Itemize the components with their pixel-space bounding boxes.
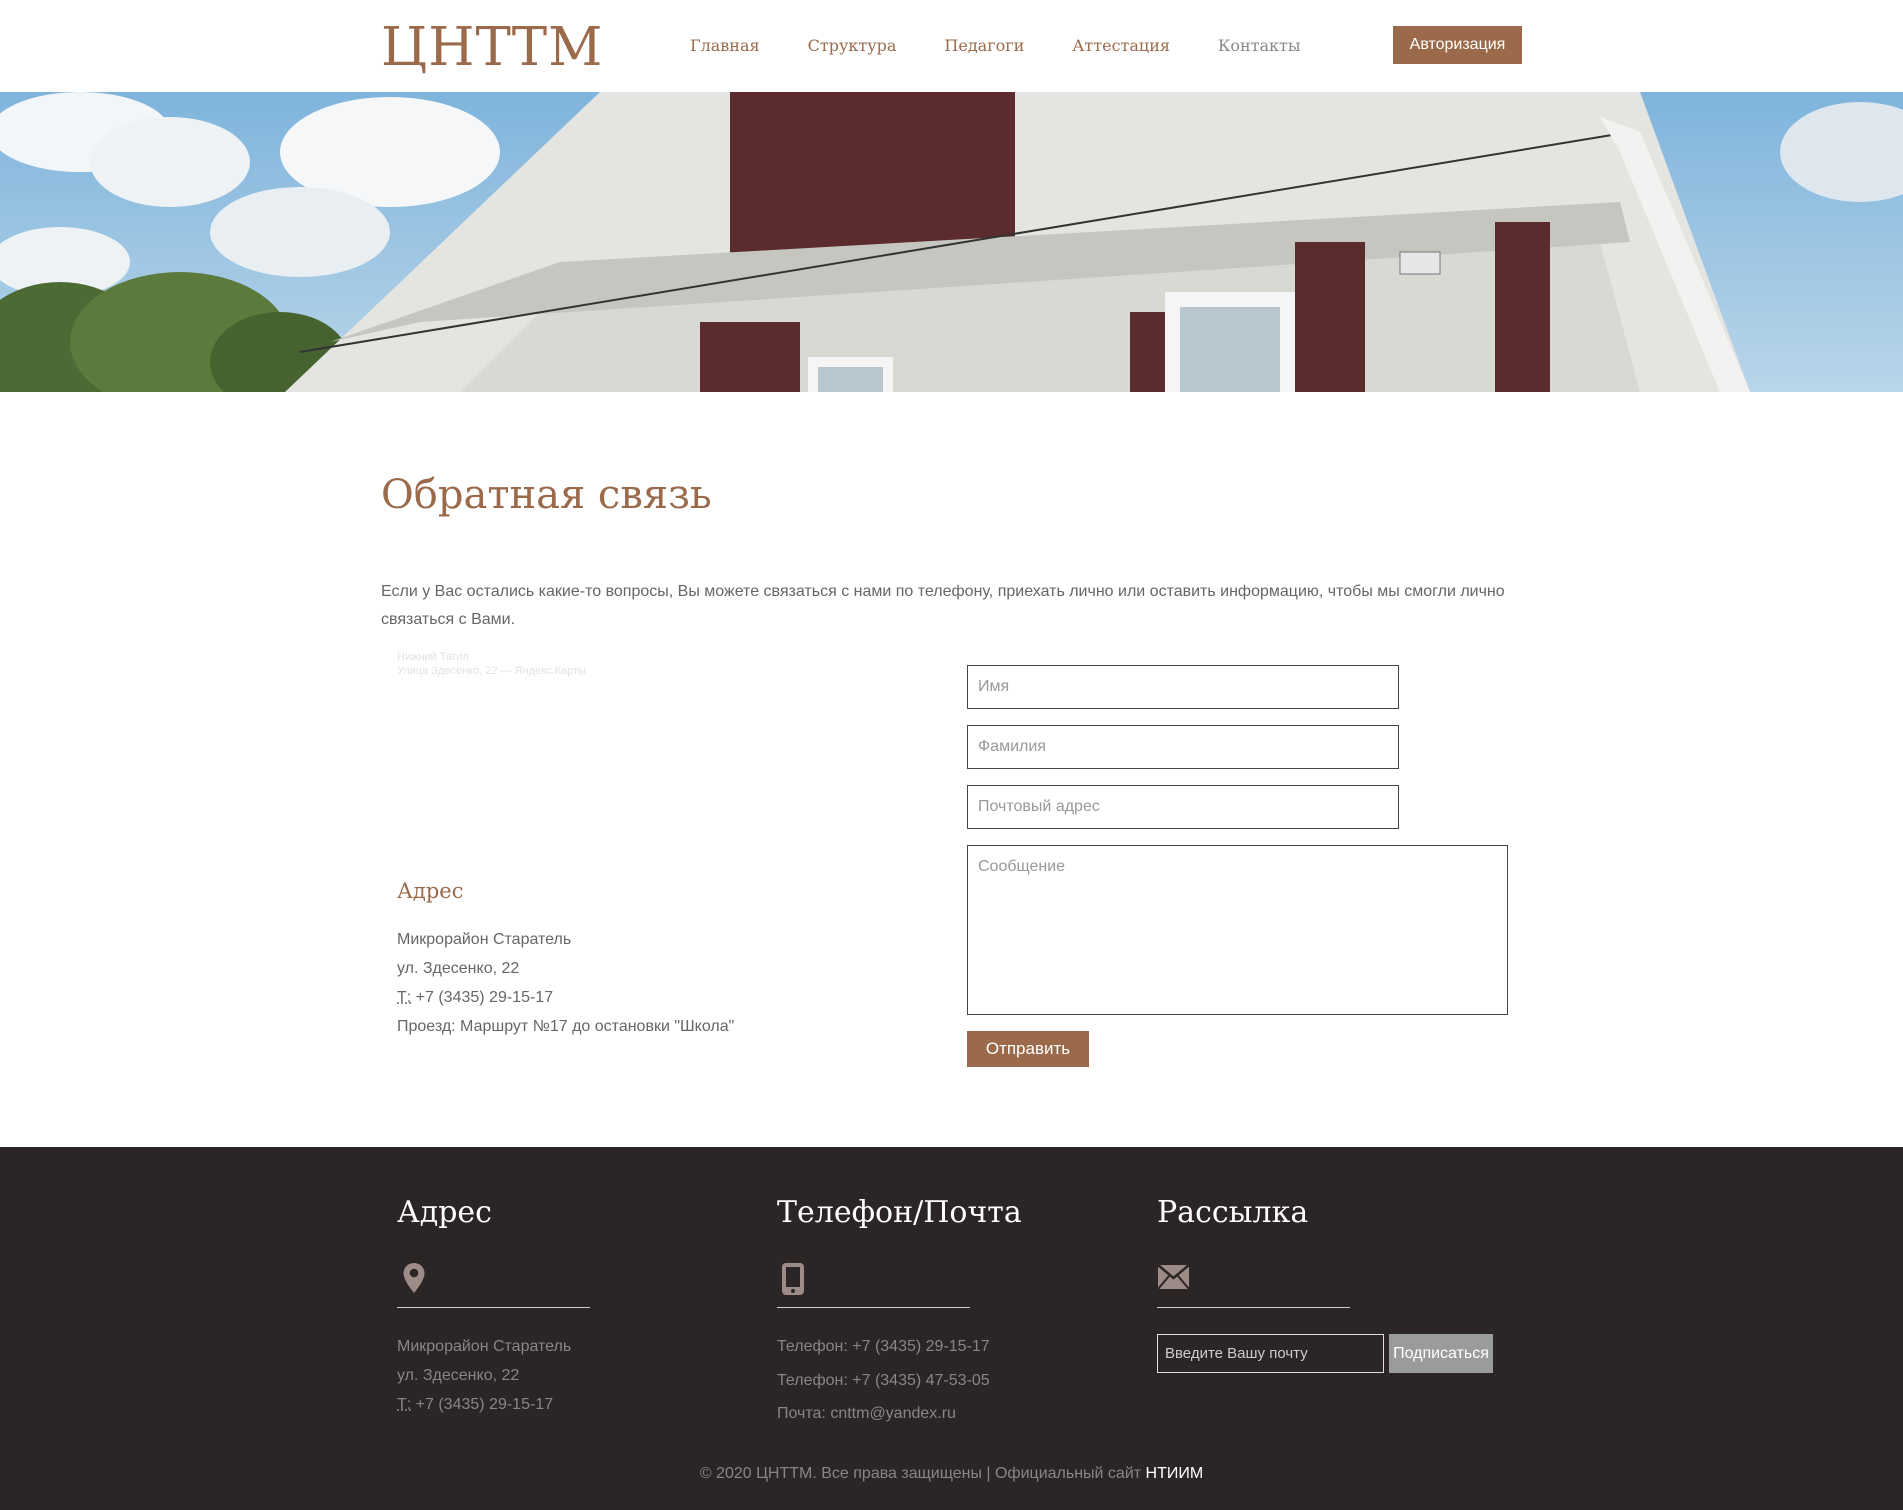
footer-address-title: Адрес bbox=[397, 1195, 492, 1230]
newsletter-email-input[interactable] bbox=[1157, 1334, 1384, 1373]
address-phone: Т: +7 (3435) 29-15-17 bbox=[397, 983, 734, 1012]
send-button[interactable]: Отправить bbox=[967, 1031, 1089, 1067]
address-line: Микрорайон Старатель bbox=[397, 931, 572, 948]
footer-address-line: Микрорайон Старатель bbox=[397, 1338, 572, 1355]
footer-address-phone: Т: +7 (3435) 29-15-17 bbox=[397, 1390, 553, 1419]
nav-item-contacts[interactable]: Контакты bbox=[1218, 34, 1301, 58]
message-field[interactable] bbox=[967, 845, 1508, 1015]
map-address-link[interactable]: Улица Здесенко, 22 — Яндекс.Карты bbox=[397, 664, 586, 678]
email-field[interactable] bbox=[967, 785, 1399, 829]
envelope-icon bbox=[1157, 1264, 1190, 1295]
site-header: ЦНТТМ Главная Структура Педагоги Аттеста… bbox=[0, 0, 1903, 92]
address-heading: Адрес bbox=[397, 879, 464, 903]
footer-newsletter-title: Рассылка bbox=[1157, 1195, 1309, 1230]
nav-item-teachers[interactable]: Педагоги bbox=[944, 34, 1024, 58]
footer-phone-number: +7 (3435) 29-15-17 bbox=[411, 1396, 554, 1413]
footer-phone-2: Телефон: +7 (3435) 47-53-05 bbox=[777, 1372, 990, 1389]
nav-item-structure[interactable]: Структура bbox=[808, 34, 897, 58]
name-field[interactable] bbox=[967, 665, 1399, 709]
footer-email[interactable]: Почта: cnttm@yandex.ru bbox=[777, 1399, 956, 1428]
footer-divider bbox=[1157, 1307, 1350, 1308]
official-site-link[interactable]: НТИИМ bbox=[1146, 1465, 1204, 1482]
copyright-text: © 2020 ЦНТТМ. Все права защищены | Офици… bbox=[699, 1465, 1146, 1482]
map-pin-icon bbox=[402, 1262, 426, 1299]
phone-icon bbox=[781, 1262, 805, 1301]
map-city-link[interactable]: Нижний Тагил bbox=[397, 650, 586, 664]
nav-item-home[interactable]: Главная bbox=[690, 34, 760, 58]
subscribe-button[interactable]: Подписаться bbox=[1389, 1334, 1493, 1373]
hero-image bbox=[0, 92, 1903, 392]
auth-button[interactable]: Авторизация bbox=[1393, 26, 1522, 64]
footer-phone-abbr: Т: bbox=[397, 1396, 412, 1413]
copyright: © 2020 ЦНТТМ. Все права защищены | Офици… bbox=[0, 1462, 1903, 1486]
footer-address-street: ул. Здесенко, 22 bbox=[397, 1367, 520, 1384]
footer-contacts-title: Телефон/Почта bbox=[777, 1195, 1022, 1230]
site-logo[interactable]: ЦНТТМ bbox=[381, 14, 603, 82]
address-block: Микрорайон Старатель ул. Здесенко, 22 Т:… bbox=[397, 925, 734, 1041]
page-title: Обратная связь bbox=[381, 472, 712, 518]
map-embed[interactable]: Нижний Тагил Улица Здесенко, 22 — Яндекс… bbox=[397, 650, 586, 678]
footer-phone-1: Телефон: +7 (3435) 29-15-17 bbox=[777, 1338, 990, 1355]
address-street: ул. Здесенко, 22 bbox=[397, 960, 520, 977]
phone-number: +7 (3435) 29-15-17 bbox=[411, 989, 554, 1006]
footer-divider bbox=[777, 1307, 970, 1308]
intro-text: Если у Вас остались какие-то вопросы, Вы… bbox=[381, 583, 1505, 628]
footer-divider bbox=[397, 1307, 590, 1308]
surname-field[interactable] bbox=[967, 725, 1399, 769]
main-nav: Главная Структура Педагоги Аттестация Ко… bbox=[690, 34, 1349, 58]
address-route: Проезд: Маршрут №17 до остановки "Школа" bbox=[397, 1018, 735, 1035]
phone-abbr: Т: bbox=[397, 989, 412, 1006]
nav-item-attestation[interactable]: Аттестация bbox=[1072, 34, 1170, 58]
